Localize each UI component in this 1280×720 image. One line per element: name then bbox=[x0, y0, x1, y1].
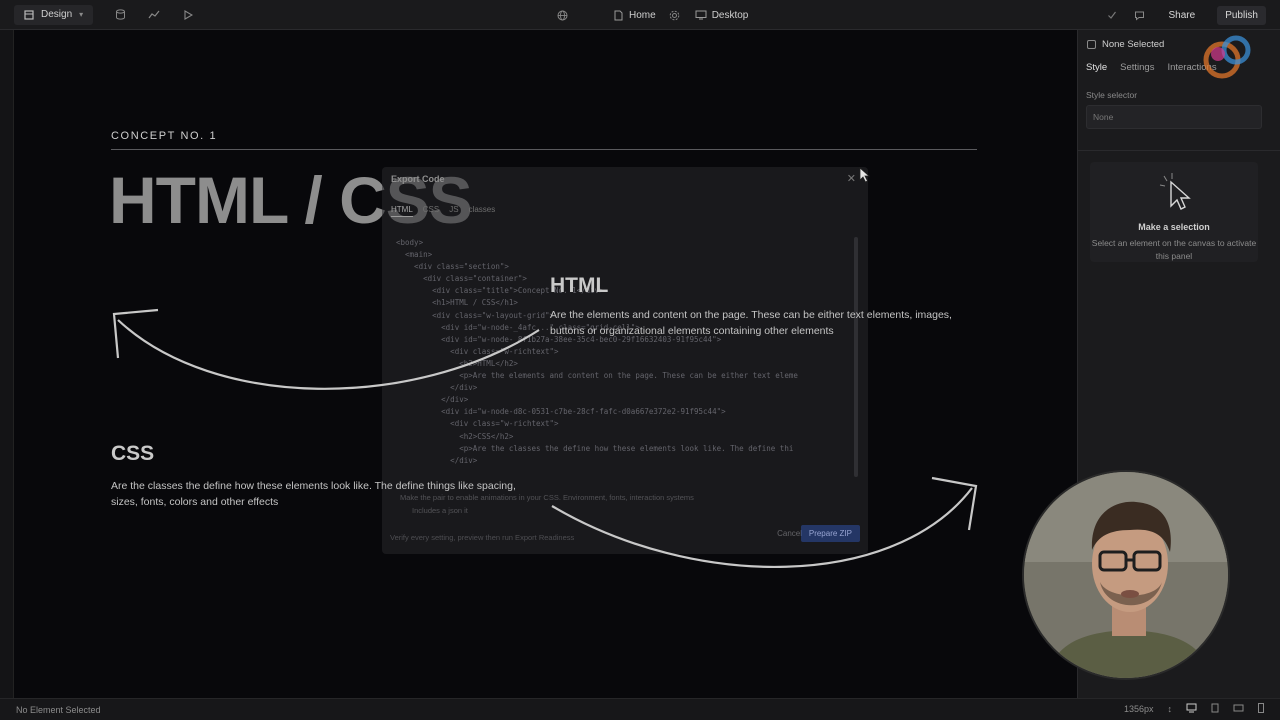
top-toolbar: Design ▾ Home Desktop Share Publish bbox=[0, 0, 1280, 30]
share-button[interactable]: Share bbox=[1161, 6, 1204, 25]
toolbar-right-group: Share Publish bbox=[1105, 0, 1266, 30]
arrows-illustration bbox=[112, 167, 978, 569]
page-selector-home[interactable]: Home bbox=[629, 10, 656, 21]
mouse-cursor-icon bbox=[859, 167, 871, 183]
selection-label: None Selected bbox=[1102, 39, 1165, 50]
channel-logo-icon bbox=[1203, 35, 1251, 79]
status-right-group: 1356px ↕ bbox=[1124, 703, 1264, 715]
tablet-view-icon[interactable] bbox=[1211, 703, 1219, 715]
presenter-avatar bbox=[1024, 472, 1228, 678]
panel-tabs: Style Settings Interactions bbox=[1086, 62, 1217, 73]
page-settings-gear-icon[interactable] bbox=[668, 8, 682, 22]
empty-state-title: Make a selection bbox=[1138, 222, 1210, 232]
comments-icon[interactable] bbox=[1133, 8, 1147, 22]
divider bbox=[1078, 150, 1280, 151]
status-text: No Element Selected bbox=[16, 705, 101, 715]
chevron-down-icon: ▾ bbox=[79, 10, 84, 19]
tab-settings[interactable]: Settings bbox=[1120, 62, 1154, 73]
desktop-breakpoint-icon[interactable] bbox=[694, 8, 708, 22]
design-mode-icon bbox=[22, 8, 36, 22]
breakpoint-desktop-label[interactable]: Desktop bbox=[712, 10, 749, 21]
globe-icon[interactable] bbox=[555, 8, 569, 22]
webcam-overlay bbox=[1022, 470, 1230, 680]
checkmark-icon[interactable] bbox=[1105, 8, 1119, 22]
empty-state: Make a selection Select an element on th… bbox=[1090, 162, 1258, 262]
toolbar-center-group: Home Desktop bbox=[555, 0, 748, 30]
database-icon[interactable] bbox=[113, 8, 127, 22]
publish-button[interactable]: Publish bbox=[1217, 5, 1266, 25]
design-mode-button[interactable]: Design ▾ bbox=[14, 4, 94, 25]
left-curved-arrow bbox=[117, 319, 540, 390]
page-icon bbox=[611, 8, 625, 22]
canvas-width-readout[interactable]: 1356px bbox=[1124, 704, 1154, 714]
analytics-icon[interactable] bbox=[147, 8, 161, 22]
style-selector-input[interactable]: None bbox=[1086, 105, 1262, 129]
status-bar: No Element Selected 1356px ↕ bbox=[0, 698, 1280, 720]
left-rail bbox=[0, 30, 14, 698]
toolbar-left-group: Design ▾ bbox=[0, 0, 195, 29]
right-curved-arrow bbox=[551, 487, 973, 569]
desktop-view-icon[interactable] bbox=[1186, 703, 1197, 715]
design-mode-label: Design bbox=[41, 9, 73, 20]
selection-checkbox-icon[interactable] bbox=[1087, 40, 1096, 49]
cursor-illustration-icon bbox=[1159, 173, 1191, 210]
design-canvas[interactable]: CONCEPT NO. 1 HTML / CSS Export Code ✕ H… bbox=[14, 30, 1077, 698]
play-preview-icon[interactable] bbox=[181, 8, 195, 22]
landscape-view-icon[interactable] bbox=[1233, 704, 1244, 714]
style-selector-label: Style selector bbox=[1086, 90, 1138, 100]
tab-style[interactable]: Style bbox=[1086, 62, 1107, 73]
empty-state-text: Select an element on the canvas to activ… bbox=[1091, 238, 1257, 261]
resize-icon[interactable]: ↕ bbox=[1168, 704, 1173, 714]
right-arrow-head bbox=[931, 476, 978, 531]
selection-header: None Selected bbox=[1087, 39, 1164, 50]
mobile-view-icon[interactable] bbox=[1258, 703, 1264, 715]
